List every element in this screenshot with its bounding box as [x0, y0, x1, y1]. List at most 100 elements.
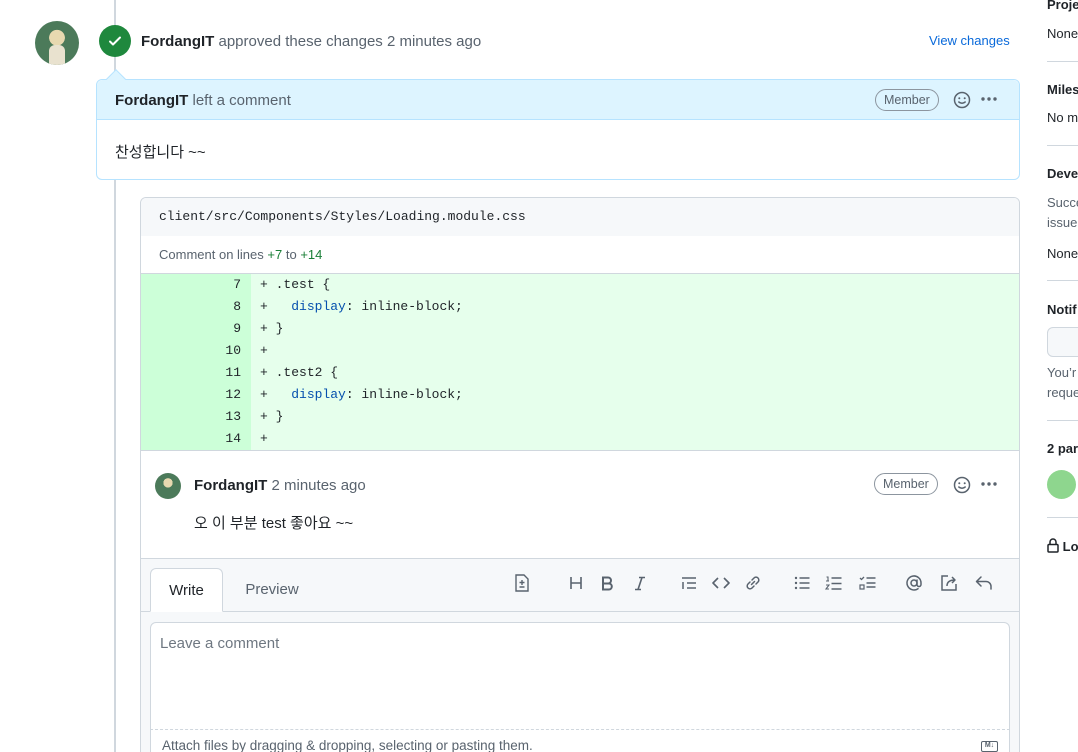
- lines-mid: to: [285, 247, 297, 262]
- cross-reference-icon[interactable]: [939, 573, 959, 593]
- review-comment-author[interactable]: FordangIT: [115, 92, 188, 109]
- review-thread: client/src/Components/Styles/Loading.mod…: [140, 197, 1020, 752]
- code-line: + .test {: [260, 277, 331, 292]
- code-line: +: [260, 431, 268, 446]
- sidebar-development-value: None: [1047, 246, 1078, 261]
- diff-hunk: 7 + .test { 8 + display: inline-block; 9…: [141, 274, 1019, 451]
- sidebar-notifications-heading: Notif: [1047, 302, 1077, 317]
- review-comment-body: 찬성합니다 ~~: [115, 144, 206, 161]
- diff-line: 14 +: [141, 428, 1019, 450]
- sidebar-development-text: Succe: [1047, 195, 1078, 210]
- review-comment-box: FordangIT left a comment Member 찬성합니다 ~~: [96, 69, 1020, 180]
- kebab-menu-icon[interactable]: [979, 89, 999, 109]
- review-comment-action: left a comment: [192, 92, 291, 109]
- diff-line: 11 + .test2 {: [141, 362, 1019, 384]
- reply-editor: Write Preview Leave a comment Attach fil…: [141, 558, 1019, 752]
- file-path[interactable]: client/src/Components/Styles/Loading.mod…: [141, 198, 1019, 236]
- add-reaction-icon[interactable]: [952, 90, 972, 110]
- code-line: + display: inline-block;: [260, 299, 463, 314]
- lock-label: Lo: [1062, 539, 1078, 554]
- review-comment-header: FordangIT left a comment Member: [97, 80, 1019, 120]
- sidebar-notifications-text: You’r: [1047, 365, 1077, 380]
- quote-icon[interactable]: [679, 573, 699, 593]
- lock-icon: [1047, 538, 1059, 553]
- sidebar-divider: [1047, 420, 1078, 421]
- thread-comment-author[interactable]: FordangIT: [194, 477, 267, 494]
- attach-hint: Attach files by dragging & dropping, sel…: [162, 738, 533, 752]
- sidebar-notifications-text: reque: [1047, 385, 1078, 400]
- sidebar-divider: [1047, 280, 1078, 281]
- code-line: + display: inline-block;: [260, 387, 463, 402]
- view-changes-link[interactable]: View changes: [929, 33, 1010, 48]
- bold-icon[interactable]: [597, 573, 617, 593]
- sidebar-projects-value: None: [1047, 26, 1078, 41]
- thread-comment-meta: FordangIT 2 minutes ago: [194, 477, 366, 494]
- diff-line: 10 +: [141, 340, 1019, 362]
- line-number[interactable]: 9: [141, 318, 251, 340]
- unordered-list-icon[interactable]: [792, 573, 812, 593]
- sidebar-divider: [1047, 145, 1078, 146]
- approved-check-icon: [99, 25, 131, 57]
- add-reaction-icon[interactable]: [952, 475, 972, 495]
- author-avatar[interactable]: [35, 21, 79, 65]
- line-number[interactable]: 12: [141, 384, 251, 406]
- code-icon[interactable]: [711, 573, 731, 593]
- attach-files-bar[interactable]: Attach files by dragging & dropping, sel…: [150, 730, 1010, 752]
- comment-textarea[interactable]: Leave a comment: [150, 622, 1010, 730]
- comment-avatar[interactable]: [155, 473, 181, 499]
- sidebar: Proje None Miles No m Deve Succe issue N…: [1047, 0, 1078, 752]
- thread-comment: FordangIT 2 minutes ago Member 오 이 부분 te…: [141, 451, 1019, 558]
- approval-summary: FordangIT approved these changes 2 minut…: [141, 33, 481, 50]
- sidebar-projects-heading[interactable]: Proje: [1047, 0, 1078, 12]
- line-number[interactable]: 14: [141, 428, 251, 450]
- line-number[interactable]: 13: [141, 406, 251, 428]
- italic-icon[interactable]: [630, 573, 650, 593]
- sidebar-milestone-heading[interactable]: Miles: [1047, 82, 1078, 97]
- sidebar-milestone-value: No m: [1047, 110, 1078, 125]
- sidebar-divider: [1047, 61, 1078, 62]
- diff-line: 9 + }: [141, 318, 1019, 340]
- diff-line: 8 + display: inline-block;: [141, 296, 1019, 318]
- tab-write[interactable]: Write: [150, 568, 223, 612]
- diff-line: 7 + .test {: [141, 274, 1019, 296]
- heading-icon[interactable]: [566, 573, 586, 593]
- line-number[interactable]: 10: [141, 340, 251, 362]
- thread-comment-time[interactable]: 2 minutes ago: [272, 477, 366, 494]
- approval-time[interactable]: 2 minutes ago: [387, 33, 481, 50]
- link-icon[interactable]: [743, 573, 763, 593]
- template-icon[interactable]: [512, 573, 532, 593]
- thread-comment-body: 오 이 부분 test 좋아요 ~~: [194, 515, 354, 532]
- tab-preview[interactable]: Preview: [237, 568, 307, 612]
- code-line: + }: [260, 321, 284, 336]
- approval-author[interactable]: FordangIT: [141, 33, 214, 50]
- line-number[interactable]: 11: [141, 362, 251, 384]
- task-list-icon[interactable]: [857, 573, 877, 593]
- kebab-menu-icon[interactable]: [979, 474, 999, 494]
- review-comment-meta: FordangIT left a comment: [115, 92, 291, 109]
- diff-line: 12 + display: inline-block;: [141, 384, 1019, 406]
- line-number[interactable]: 8: [141, 296, 251, 318]
- subscribe-button[interactable]: [1047, 327, 1078, 357]
- sidebar-development-text: issue: [1047, 215, 1078, 230]
- approval-action: approved these changes: [218, 33, 383, 50]
- ordered-list-icon[interactable]: [823, 573, 843, 593]
- reply-icon[interactable]: [974, 573, 994, 593]
- markdown-icon[interactable]: M↓: [981, 741, 998, 752]
- line-to: +14: [300, 247, 323, 262]
- lock-conversation-link[interactable]: Lo: [1047, 538, 1078, 554]
- sidebar-divider: [1047, 517, 1078, 518]
- member-badge: Member: [874, 473, 938, 495]
- sidebar-participants-heading: 2 par: [1047, 441, 1078, 456]
- code-line: +: [260, 343, 268, 358]
- sidebar-development-heading[interactable]: Deve: [1047, 166, 1078, 181]
- participant-avatar[interactable]: [1047, 470, 1076, 499]
- line-number[interactable]: 7: [141, 274, 251, 296]
- lines-prefix: Comment on lines: [159, 247, 264, 262]
- line-from: +7: [267, 247, 283, 262]
- diff-line: 13 + }: [141, 406, 1019, 428]
- mention-icon[interactable]: [904, 573, 924, 593]
- member-badge: Member: [875, 89, 939, 111]
- code-line: + }: [260, 409, 284, 424]
- code-line: + .test2 {: [260, 365, 339, 380]
- comment-lines-note: Comment on lines +7 to +14: [141, 236, 1019, 274]
